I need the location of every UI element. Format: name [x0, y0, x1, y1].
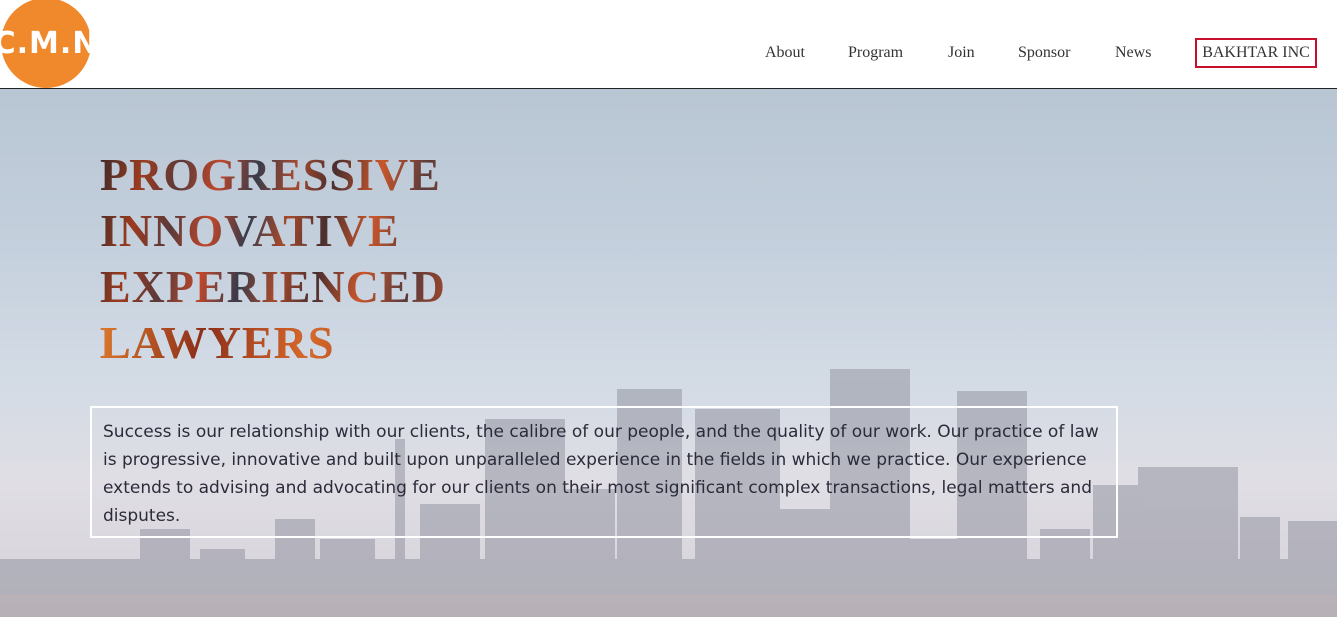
headline-line-1: PROGRESSIVE: [100, 149, 441, 200]
hero-section: PROGRESSIVE INNOVATIVE EXPERIENCED LAWYE…: [0, 89, 1337, 617]
nav-about-link[interactable]: About: [765, 44, 805, 62]
main-nav: About Program Join Sponsor News BAKHTAR …: [0, 38, 1337, 70]
headline-line-4: LAWYERS: [100, 315, 446, 371]
headline-line-2: INNOVATIVE: [100, 205, 400, 256]
site-header: C.M.N About Program Join Sponsor News BA…: [0, 0, 1337, 89]
nav-sponsor-link[interactable]: Sponsor: [1018, 44, 1070, 62]
intro-text-box: Success is our relationship with our cli…: [90, 406, 1118, 538]
headline-line-3: EXPERIENCED: [100, 261, 446, 312]
intro-paragraph: Success is our relationship with our cli…: [103, 422, 1099, 526]
hero-headline: PROGRESSIVE INNOVATIVE EXPERIENCED LAWYE…: [100, 147, 446, 371]
nav-bakhtar-inc-button[interactable]: BAKHTAR INC: [1195, 38, 1317, 68]
nav-join-link[interactable]: Join: [948, 44, 975, 62]
nav-news-link[interactable]: News: [1115, 44, 1151, 62]
nav-program-link[interactable]: Program: [848, 44, 903, 62]
